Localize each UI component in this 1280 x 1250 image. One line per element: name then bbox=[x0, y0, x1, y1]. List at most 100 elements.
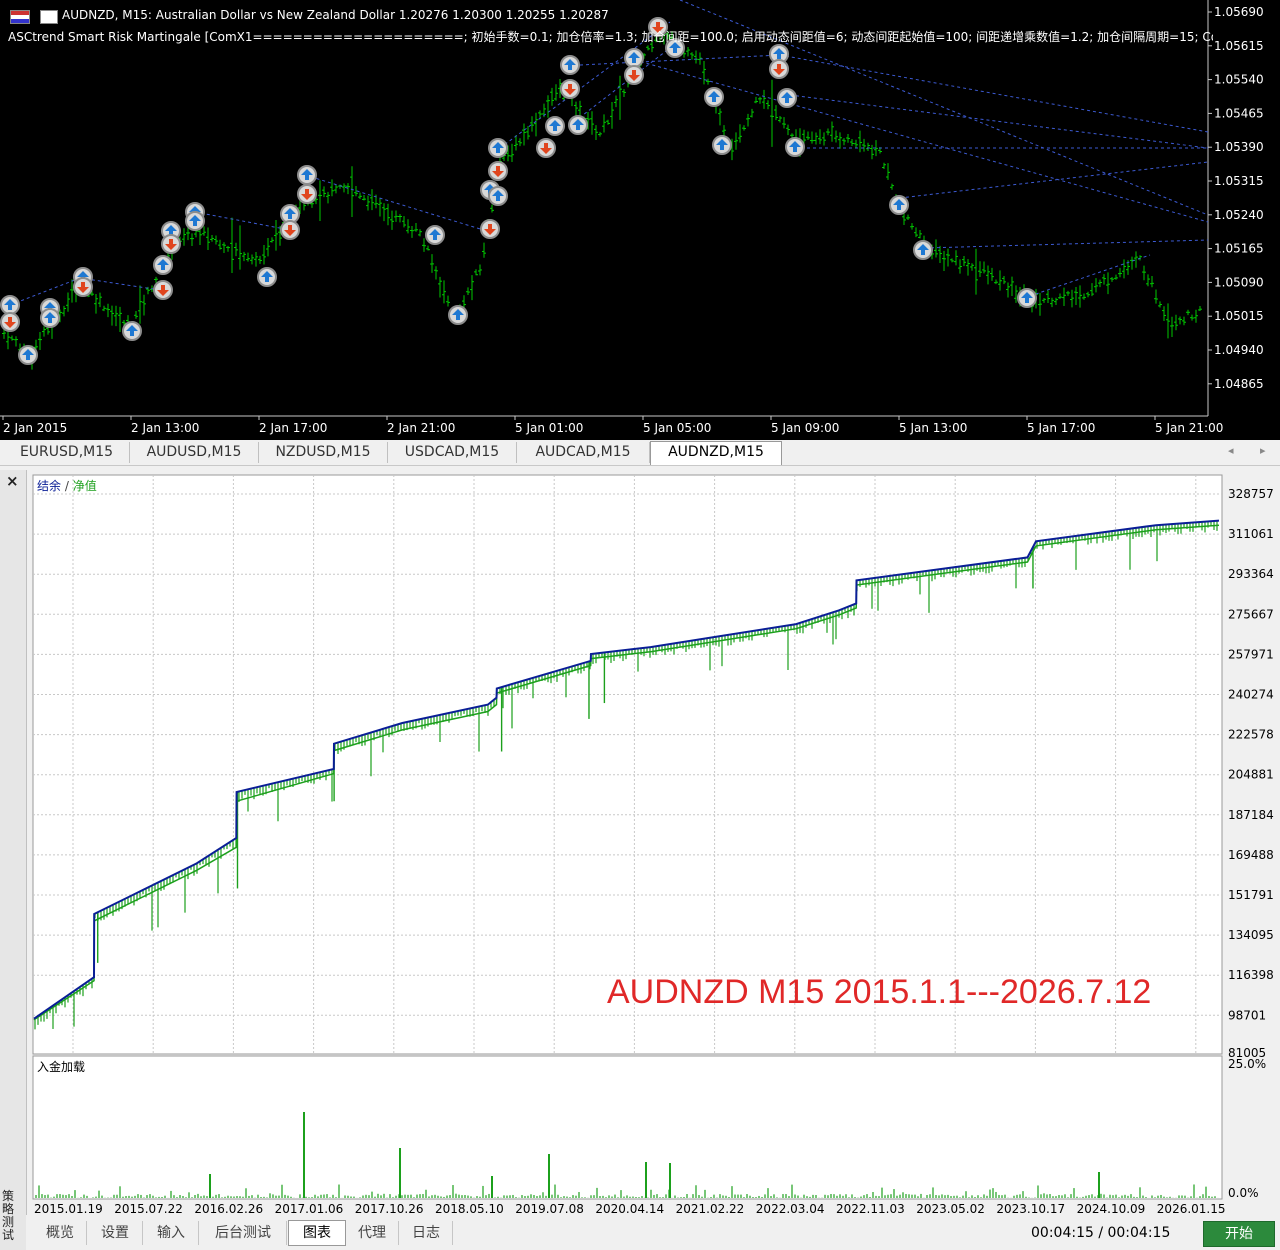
date-x-label: 2026.01.15 bbox=[1157, 1202, 1226, 1215]
legend-separator: / bbox=[61, 479, 73, 493]
price-label: 1.05165 bbox=[1214, 242, 1264, 256]
tester-tab-bar: 概览 设置 输入 后台测试 图表 代理 日志 00:04:15 / 00:04:… bbox=[26, 1215, 1280, 1250]
tab-eurusd[interactable]: EURUSD,M15 bbox=[4, 442, 130, 463]
date-x-label: 2024.10.09 bbox=[1077, 1202, 1146, 1215]
chart-type-icon bbox=[39, 9, 58, 24]
date-x-label: 2016.02.26 bbox=[194, 1202, 263, 1215]
tab-nzdusd[interactable]: NZDUSD,M15 bbox=[259, 442, 388, 463]
date-x-label: 2023.05.02 bbox=[916, 1202, 985, 1215]
equity-y-label: 222578 bbox=[1228, 728, 1274, 742]
buy-arrow-icon bbox=[448, 305, 468, 325]
buy-arrow-icon bbox=[624, 48, 644, 68]
tab-settings[interactable]: 设置 bbox=[88, 1221, 143, 1245]
sell-arrow-icon bbox=[769, 59, 789, 79]
sell-arrow-icon bbox=[280, 220, 300, 240]
sell-arrow-icon bbox=[536, 138, 556, 158]
price-label: 1.05240 bbox=[1214, 208, 1264, 222]
chart-annotation: AUDNZD M15 2015.1.1---2026.7.12 bbox=[607, 973, 1151, 1011]
time-label: 5 Jan 05:00 bbox=[643, 421, 711, 435]
equity-y-label: 257971 bbox=[1228, 647, 1274, 661]
buy-arrow-icon bbox=[185, 211, 205, 231]
price-label: 1.05090 bbox=[1214, 275, 1264, 289]
tab-backtest[interactable]: 后台测试 bbox=[200, 1221, 287, 1245]
sell-arrow-icon bbox=[560, 79, 580, 99]
trade-line bbox=[789, 94, 1209, 149]
tab-inputs[interactable]: 输入 bbox=[144, 1221, 199, 1245]
buy-arrow-icon bbox=[560, 55, 580, 75]
trade-line bbox=[899, 161, 1209, 199]
buy-arrow-icon bbox=[785, 137, 805, 157]
equity-y-label: 134095 bbox=[1228, 928, 1274, 942]
strategy-tester-side-label: 策略测试 bbox=[2, 1189, 15, 1242]
chart-header-icons bbox=[10, 9, 58, 24]
expert-advisor-header: ASCtrend Smart Risk Martingale [ComX1===… bbox=[8, 30, 1213, 44]
time-label: 5 Jan 13:00 bbox=[899, 421, 967, 435]
buy-arrow-icon bbox=[1017, 288, 1037, 308]
legend-balance: 结余 bbox=[37, 478, 61, 493]
price-label: 1.05615 bbox=[1214, 39, 1264, 53]
trade-line bbox=[304, 174, 491, 233]
buy-arrow-icon bbox=[18, 345, 38, 365]
tab-audcad[interactable]: AUDCAD,M15 bbox=[517, 442, 650, 463]
sell-arrow-icon bbox=[153, 280, 173, 300]
time-label: 2 Jan 13:00 bbox=[131, 421, 199, 435]
equity-y-label: 293364 bbox=[1228, 567, 1274, 581]
tester-side-strip: × 策略测试 bbox=[0, 470, 27, 1250]
trade-line bbox=[924, 239, 1209, 249]
tab-audnzd[interactable]: AUDNZD,M15 bbox=[650, 441, 782, 465]
buy-arrow-icon bbox=[153, 255, 173, 275]
date-x-label: 2017.01.06 bbox=[275, 1202, 344, 1215]
time-label: 2 Jan 2015 bbox=[3, 421, 67, 435]
buy-arrow-icon bbox=[704, 87, 724, 107]
sell-arrow-icon bbox=[73, 277, 93, 297]
buy-arrow-icon bbox=[297, 165, 317, 185]
price-label: 1.05315 bbox=[1214, 174, 1264, 188]
price-label: 1.05690 bbox=[1214, 5, 1264, 19]
equity-y-label: 169488 bbox=[1228, 848, 1274, 862]
equity-y-label: 311061 bbox=[1228, 527, 1274, 541]
equity-y-label: 151791 bbox=[1228, 888, 1274, 902]
elapsed-timer: 00:04:15 / 00:04:15 bbox=[1031, 1225, 1171, 1241]
date-x-label: 2018.05.10 bbox=[435, 1202, 504, 1215]
tab-graph[interactable]: 图表 bbox=[288, 1220, 346, 1246]
date-x-label: 2022.03.04 bbox=[756, 1202, 825, 1215]
tab-agents[interactable]: 代理 bbox=[346, 1221, 399, 1245]
buy-arrow-icon bbox=[40, 308, 60, 328]
price-label: 1.05540 bbox=[1214, 73, 1264, 87]
deposit-y-label: 25.0% bbox=[1228, 1057, 1266, 1071]
sell-arrow-icon bbox=[624, 65, 644, 85]
date-x-label: 2019.07.08 bbox=[515, 1202, 584, 1215]
tab-audusd[interactable]: AUDUSD,M15 bbox=[130, 442, 259, 463]
buy-arrow-icon bbox=[913, 240, 933, 260]
equity-chart-svg: 328757 311061 293364 275667 257971 240274 2225… bbox=[32, 474, 1274, 1215]
price-label: 1.05390 bbox=[1214, 140, 1264, 154]
buy-arrow-icon bbox=[257, 267, 277, 287]
equity-y-label: 204881 bbox=[1228, 768, 1274, 782]
price-chart[interactable]: 1.05690 1.05615 1.05540 1.05465 1.05390 1.053… bbox=[0, 0, 1280, 440]
sell-arrow-icon bbox=[161, 234, 181, 254]
equity-y-label: 328757 bbox=[1228, 487, 1274, 501]
buy-arrow-icon bbox=[889, 195, 909, 215]
tab-journal[interactable]: 日志 bbox=[400, 1221, 453, 1245]
tab-usdcad[interactable]: USDCAD,M15 bbox=[388, 442, 517, 463]
sell-arrow-icon bbox=[480, 219, 500, 239]
date-x-label: 2015.07.22 bbox=[114, 1202, 183, 1215]
equity-y-label: 116398 bbox=[1228, 968, 1274, 982]
sell-arrow-icon bbox=[0, 312, 20, 332]
time-label: 2 Jan 17:00 bbox=[259, 421, 327, 435]
buy-arrow-icon bbox=[122, 321, 142, 341]
date-x-label: 2022.11.03 bbox=[836, 1202, 905, 1215]
tab-overview[interactable]: 概览 bbox=[34, 1221, 87, 1245]
time-label: 5 Jan 09:00 bbox=[771, 421, 839, 435]
scroll-right-icon[interactable]: ▸ bbox=[1260, 444, 1266, 457]
sell-arrow-icon bbox=[297, 184, 317, 204]
date-x-label: 2015.01.19 bbox=[34, 1202, 103, 1215]
time-label: 5 Jan 21:00 bbox=[1155, 421, 1223, 435]
time-label: 5 Jan 01:00 bbox=[515, 421, 583, 435]
equity-y-label: 275667 bbox=[1228, 607, 1274, 621]
close-icon[interactable]: × bbox=[6, 472, 19, 490]
date-x-label: 2017.10.26 bbox=[355, 1202, 424, 1215]
scroll-left-icon[interactable]: ◂ bbox=[1228, 444, 1234, 457]
time-label: 2 Jan 21:00 bbox=[387, 421, 455, 435]
start-button[interactable]: 开始 bbox=[1203, 1221, 1275, 1247]
